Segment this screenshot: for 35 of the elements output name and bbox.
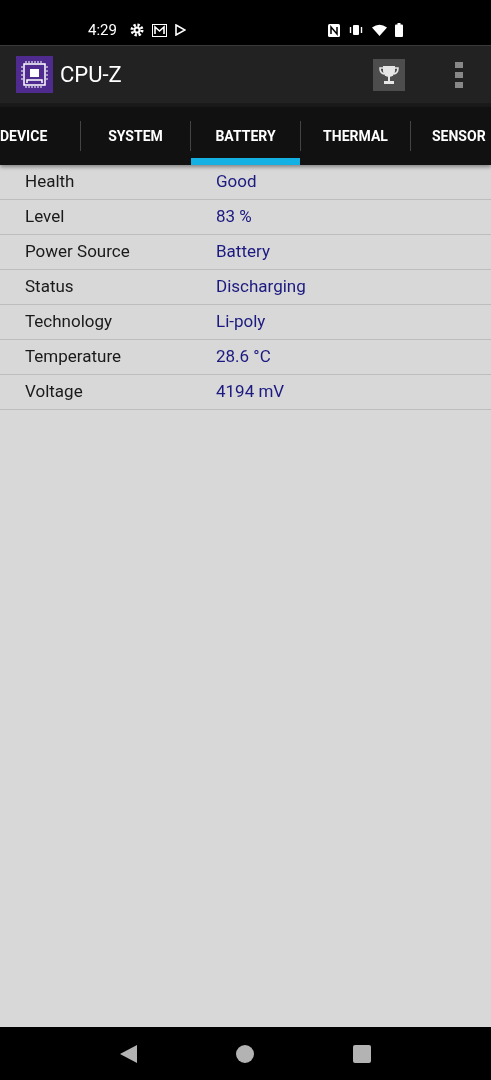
property-value: 28.6 °C <box>216 345 271 369</box>
vibrate-icon <box>349 24 363 36</box>
mail-icon <box>151 23 167 37</box>
recents-icon[interactable] <box>353 1044 372 1063</box>
tab[interactable]: SYSTEM <box>81 107 190 165</box>
property-label: Level <box>25 205 66 229</box>
property-value: Li-poly <box>216 310 266 334</box>
property-value: Good <box>216 170 257 194</box>
property-value: Discharging <box>216 275 306 299</box>
property-label: Status <box>25 275 75 299</box>
back-icon[interactable] <box>119 1044 137 1063</box>
nfc-icon <box>328 23 340 37</box>
settings-icon <box>129 23 144 37</box>
play-store-icon <box>174 24 186 36</box>
trophy-button[interactable] <box>373 58 405 91</box>
trophy-icon <box>378 63 400 86</box>
property-value: Battery <box>216 240 270 264</box>
battery-icon <box>395 23 403 37</box>
tab[interactable]: DEVICE <box>0 107 80 165</box>
property-label: Power Source <box>25 240 131 264</box>
status-time: 4:29 <box>88 19 117 41</box>
tab[interactable]: BATTERY <box>191 107 300 165</box>
overflow-menu-button[interactable] <box>455 61 463 88</box>
property-value: 83 % <box>216 205 252 229</box>
property-label: Temperature <box>25 345 123 369</box>
tab[interactable]: SENSOR <box>411 107 491 165</box>
property-label: Technology <box>25 310 114 334</box>
property-value: 4194 mV <box>216 380 285 404</box>
wifi-icon <box>372 24 387 36</box>
chip-logo-icon <box>16 56 53 93</box>
property-label: Health <box>25 170 76 194</box>
property-label: Voltage <box>25 380 84 404</box>
tab[interactable]: THERMAL <box>301 107 410 165</box>
home-icon[interactable] <box>236 1044 254 1063</box>
app-title: CPU-Z <box>60 61 122 89</box>
